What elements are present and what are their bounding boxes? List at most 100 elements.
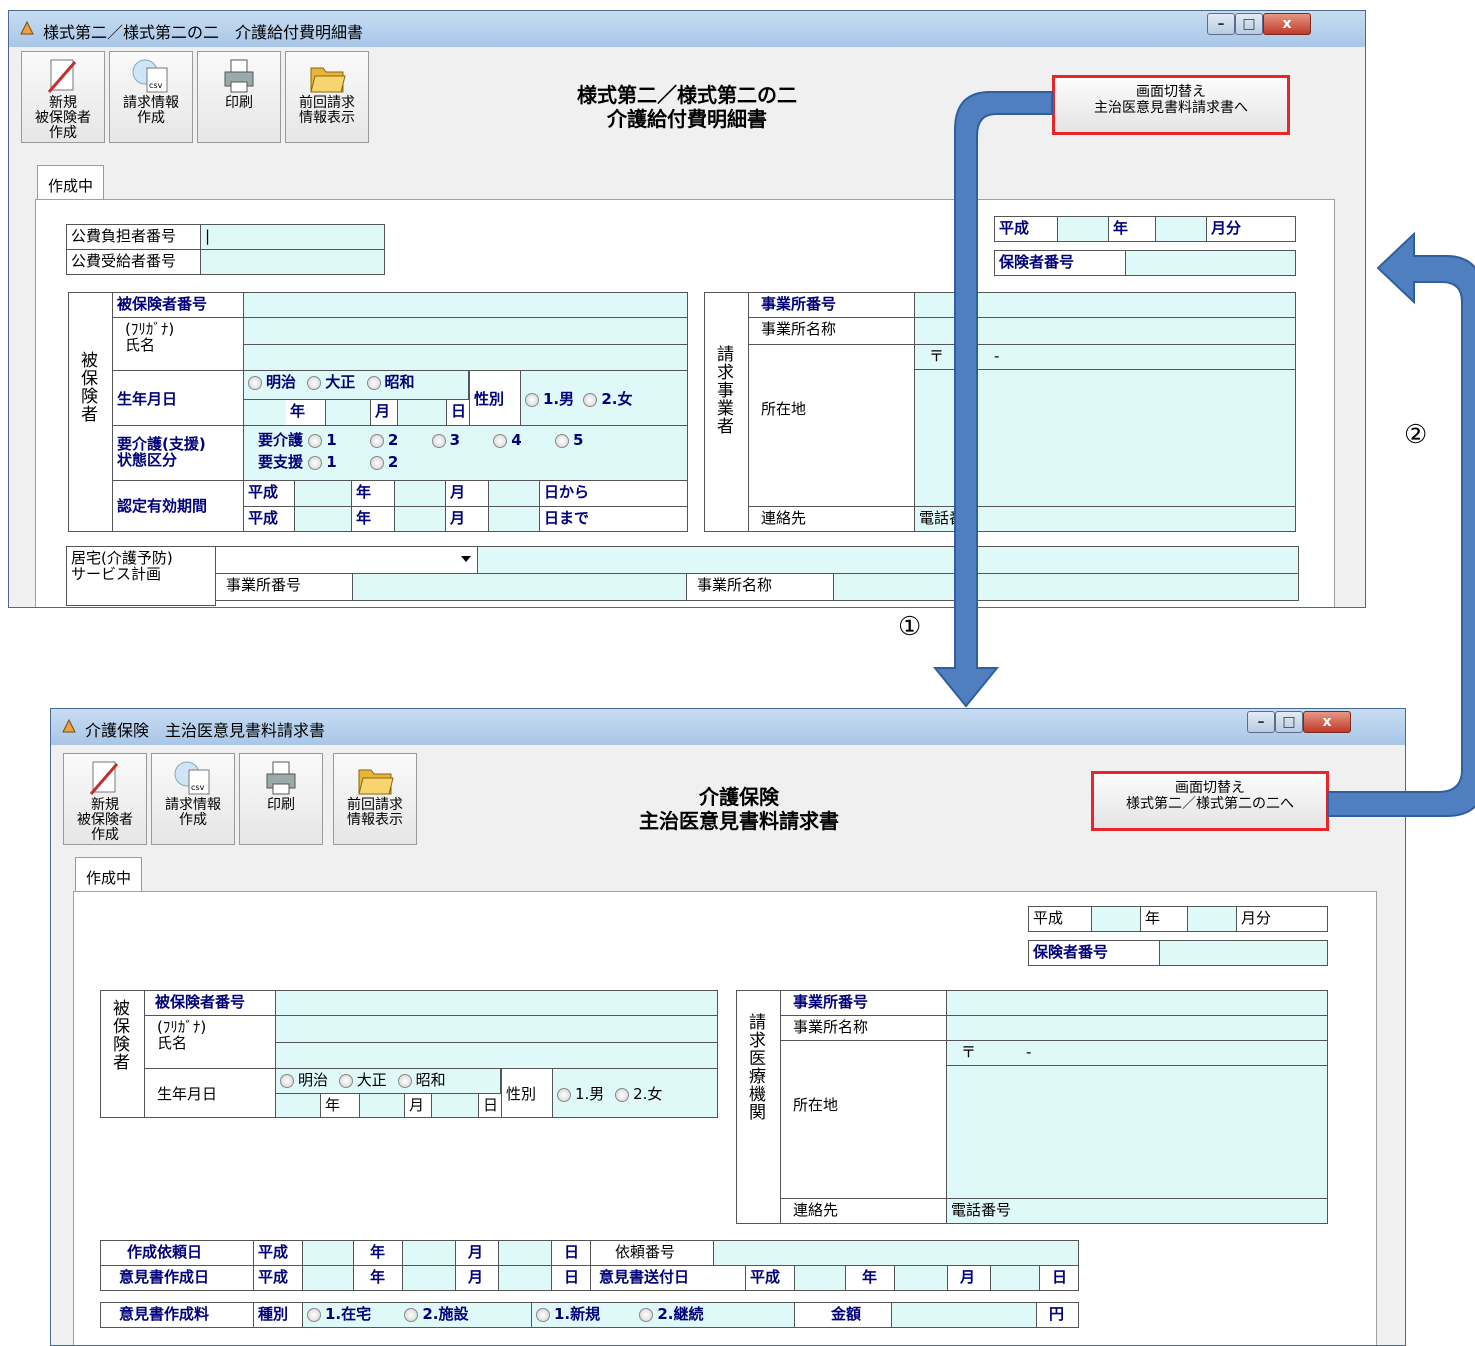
previous-billing-button[interactable]: 前回請求 情報表示 bbox=[333, 753, 417, 845]
cert-to-year-input[interactable] bbox=[394, 506, 446, 532]
gender-female-radio[interactable] bbox=[583, 392, 598, 407]
provider-name-input[interactable] bbox=[914, 317, 1296, 345]
provider-name-input[interactable] bbox=[946, 1015, 1328, 1041]
insurer-number-input[interactable] bbox=[1125, 250, 1296, 276]
cert-from-month-input[interactable] bbox=[488, 480, 540, 507]
gender-female-radio[interactable] bbox=[615, 1087, 630, 1102]
period-era-input[interactable] bbox=[1091, 906, 1141, 932]
gender-radios[interactable]: 1.男 2.女 bbox=[520, 370, 688, 426]
facility-radio[interactable] bbox=[404, 1307, 419, 1322]
create-billing-button[interactable]: csv 請求情報 作成 bbox=[151, 753, 235, 845]
previous-billing-button[interactable]: 前回請求 情報表示 bbox=[285, 51, 369, 143]
birth-day-input[interactable] bbox=[431, 1093, 479, 1118]
insured-number-input[interactable] bbox=[243, 292, 688, 318]
continue-radio[interactable] bbox=[639, 1307, 654, 1322]
era-taisho-radio[interactable] bbox=[338, 1073, 353, 1088]
cert-to-month-input[interactable] bbox=[488, 506, 540, 532]
provider-phone-input[interactable]: 電話番号 bbox=[914, 506, 1296, 532]
period-year-input[interactable] bbox=[1155, 216, 1207, 242]
birth-month-input[interactable] bbox=[359, 1093, 405, 1118]
created-month-label: 月 bbox=[455, 1265, 499, 1291]
care-5-radio[interactable] bbox=[554, 433, 569, 448]
fee-type-radios[interactable]: 1.新規 2.継続 bbox=[531, 1302, 795, 1328]
provider-phone-input[interactable]: 電話番号 bbox=[946, 1198, 1328, 1224]
sent-era-input[interactable] bbox=[794, 1265, 846, 1291]
cert-to-era-input[interactable] bbox=[294, 506, 352, 532]
era-meiji-radio[interactable] bbox=[248, 375, 262, 390]
plan-office-number-input[interactable] bbox=[352, 573, 687, 601]
provider-address-input[interactable] bbox=[914, 369, 1296, 507]
close-button[interactable]: x bbox=[1303, 711, 1351, 733]
era-showa-radio[interactable] bbox=[397, 1073, 412, 1088]
period-year-input[interactable] bbox=[1187, 906, 1237, 932]
switch-screen-button[interactable]: 画面切替え 主治医意見書料請求書へ bbox=[1052, 75, 1290, 135]
period-era-input[interactable] bbox=[1057, 216, 1109, 242]
care-plan-select[interactable] bbox=[215, 546, 478, 574]
new-insured-button[interactable]: 新規 被保険者 作成 bbox=[21, 51, 105, 143]
plan-office-name-input[interactable] bbox=[833, 573, 1299, 601]
provider-address-input[interactable] bbox=[946, 1065, 1328, 1199]
print-button[interactable]: 印刷 bbox=[239, 753, 323, 845]
request-month-input[interactable] bbox=[498, 1240, 552, 1266]
support-1-radio[interactable] bbox=[308, 455, 323, 470]
create-billing-button[interactable]: csv 請求情報 作成 bbox=[109, 51, 193, 143]
era-taisho-radio[interactable] bbox=[307, 375, 322, 390]
insured-name-input[interactable] bbox=[275, 1042, 718, 1069]
provider-postal-input[interactable]: 〒 - bbox=[946, 1040, 1328, 1066]
insured-number-input[interactable] bbox=[275, 990, 718, 1016]
minimize-button[interactable]: – bbox=[1247, 711, 1275, 733]
care-1-radio[interactable] bbox=[308, 433, 323, 448]
request-no-input[interactable] bbox=[713, 1240, 1079, 1266]
request-year-input[interactable] bbox=[402, 1240, 456, 1266]
amount-input[interactable] bbox=[891, 1302, 1037, 1328]
sent-month-input[interactable] bbox=[990, 1265, 1040, 1291]
era-showa-radio[interactable] bbox=[366, 375, 381, 390]
provider-address-label: 所在地 bbox=[748, 344, 915, 507]
gender-male-radio[interactable] bbox=[557, 1087, 571, 1102]
care-2-radio[interactable] bbox=[369, 433, 384, 448]
print-button[interactable]: 印刷 bbox=[197, 51, 281, 143]
cert-from-year-input[interactable] bbox=[394, 480, 446, 507]
created-era-input[interactable] bbox=[302, 1265, 354, 1291]
care-3-radio[interactable] bbox=[431, 433, 446, 448]
provider-postal-input[interactable]: 〒 - bbox=[914, 344, 1296, 370]
close-button[interactable]: x bbox=[1263, 13, 1311, 35]
insured-kana-input[interactable] bbox=[243, 317, 688, 345]
tab-in-progress[interactable]: 作成中 bbox=[37, 165, 105, 199]
period-month-label: 月分 bbox=[1236, 906, 1328, 932]
birth-year-input[interactable] bbox=[275, 1093, 325, 1118]
era-meiji-radio[interactable] bbox=[280, 1073, 294, 1088]
minimize-button[interactable]: – bbox=[1207, 13, 1235, 35]
birth-era-radios[interactable]: 明治 大正 昭和 bbox=[243, 370, 469, 400]
care-plan-detail-input[interactable] bbox=[477, 546, 1299, 574]
created-year-input[interactable] bbox=[402, 1265, 456, 1291]
svg-text:csv: csv bbox=[149, 81, 163, 90]
provider-number-input[interactable] bbox=[946, 990, 1328, 1016]
public-payer-input[interactable]: | bbox=[200, 224, 385, 250]
cert-from-era-input[interactable] bbox=[294, 480, 352, 507]
public-recipient-input[interactable] bbox=[200, 249, 385, 275]
maximize-button[interactable]: □ bbox=[1275, 711, 1303, 733]
care-level-radios[interactable]: 要介護 1 2 3 4 5 要支援 1 2 bbox=[243, 425, 688, 481]
maximize-button[interactable]: □ bbox=[1235, 13, 1263, 35]
insured-kana-input[interactable] bbox=[275, 1015, 718, 1043]
birth-day-input[interactable] bbox=[397, 399, 447, 426]
sent-year-input[interactable] bbox=[894, 1265, 948, 1291]
care-4-radio[interactable] bbox=[493, 433, 508, 448]
fee-kind-radios[interactable]: 1.在宅 2.施設 bbox=[302, 1302, 532, 1328]
gender-male-radio[interactable] bbox=[525, 392, 539, 407]
tab-in-progress[interactable]: 作成中 bbox=[75, 857, 143, 891]
gender-radios[interactable]: 1.男 2.女 bbox=[552, 1068, 718, 1118]
birth-era-radios[interactable]: 明治 大正 昭和 bbox=[275, 1068, 501, 1094]
home-radio[interactable] bbox=[307, 1307, 321, 1322]
new-insured-button[interactable]: 新規 被保険者 作成 bbox=[63, 753, 147, 845]
support-2-radio[interactable] bbox=[369, 455, 384, 470]
birth-month-input[interactable] bbox=[325, 399, 371, 426]
created-month-input[interactable] bbox=[498, 1265, 552, 1291]
insurer-number-input[interactable] bbox=[1159, 940, 1328, 966]
insured-name-input[interactable] bbox=[243, 344, 688, 371]
new-radio[interactable] bbox=[536, 1307, 550, 1322]
provider-number-input[interactable] bbox=[914, 292, 1296, 318]
request-era-input[interactable] bbox=[302, 1240, 354, 1266]
switch-screen-button[interactable]: 画面切替え 様式第二／様式第二の二へ bbox=[1091, 771, 1329, 831]
